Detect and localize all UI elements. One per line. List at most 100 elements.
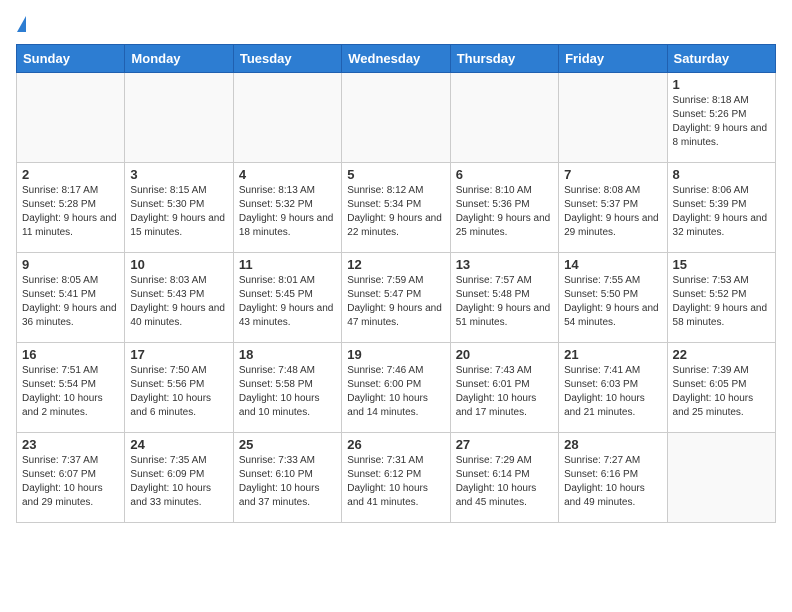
day-number: 27 [456,437,553,452]
day-info: Sunrise: 7:41 AM Sunset: 6:03 PM Dayligh… [564,364,661,420]
week-row-2: 2 Sunrise: 8:17 AM Sunset: 5:28 PM Daylig… [17,163,776,253]
day-number: 16 [22,347,119,362]
day-info: Sunrise: 7:48 AM Sunset: 5:58 PM Dayligh… [239,364,336,420]
day-number: 11 [239,257,336,272]
weekday-header-sunday: Sunday [17,45,125,73]
day-cell: 1Sunrise: 8:18 AM Sunset: 5:26 PM Daylig… [667,73,775,163]
day-info: Sunrise: 7:59 AM Sunset: 5:47 PM Dayligh… [347,274,444,330]
day-cell: 22 Sunrise: 7:39 AM Sunset: 6:05 PM Dayli… [667,343,775,433]
day-cell: 26 Sunrise: 7:31 AM Sunset: 6:12 PM Dayli… [342,433,450,523]
day-number: 26 [347,437,444,452]
day-info: Sunrise: 7:37 AM Sunset: 6:07 PM Dayligh… [22,454,119,510]
day-info: Sunrise: 7:50 AM Sunset: 5:56 PM Dayligh… [130,364,227,420]
day-number: 14 [564,257,661,272]
week-row-3: 9 Sunrise: 8:05 AM Sunset: 5:41 PM Daylig… [17,253,776,343]
day-info: Sunrise: 8:06 AM Sunset: 5:39 PM Dayligh… [673,184,770,240]
day-number: 2 [22,167,119,182]
day-info: Sunrise: 8:10 AM Sunset: 5:36 PM Dayligh… [456,184,553,240]
day-number: 7 [564,167,661,182]
day-cell: 21Sunrise: 7:41 AM Sunset: 6:03 PM Dayli… [559,343,667,433]
day-number: 8 [673,167,770,182]
day-cell: 18 Sunrise: 7:48 AM Sunset: 5:58 PM Dayli… [233,343,341,433]
day-number: 9 [22,257,119,272]
day-cell [233,73,341,163]
day-cell: 15 Sunrise: 7:53 AM Sunset: 5:52 PM Dayli… [667,253,775,343]
day-info: Sunrise: 7:39 AM Sunset: 6:05 PM Dayligh… [673,364,770,420]
day-cell: 10 Sunrise: 8:03 AM Sunset: 5:43 PM Dayli… [125,253,233,343]
day-info: Sunrise: 7:55 AM Sunset: 5:50 PM Dayligh… [564,274,661,330]
day-number: 3 [130,167,227,182]
day-info: Sunrise: 7:29 AM Sunset: 6:14 PM Dayligh… [456,454,553,510]
day-info: Sunrise: 7:33 AM Sunset: 6:10 PM Dayligh… [239,454,336,510]
weekday-header-friday: Friday [559,45,667,73]
day-number: 13 [456,257,553,272]
day-number: 25 [239,437,336,452]
day-cell: 19Sunrise: 7:46 AM Sunset: 6:00 PM Dayli… [342,343,450,433]
day-number: 15 [673,257,770,272]
day-info: Sunrise: 8:15 AM Sunset: 5:30 PM Dayligh… [130,184,227,240]
day-cell: 2 Sunrise: 8:17 AM Sunset: 5:28 PM Daylig… [17,163,125,253]
day-number: 18 [239,347,336,362]
day-cell: 13Sunrise: 7:57 AM Sunset: 5:48 PM Dayli… [450,253,558,343]
weekday-header-wednesday: Wednesday [342,45,450,73]
logo [16,16,26,32]
day-info: Sunrise: 7:31 AM Sunset: 6:12 PM Dayligh… [347,454,444,510]
day-info: Sunrise: 7:35 AM Sunset: 6:09 PM Dayligh… [130,454,227,510]
day-number: 5 [347,167,444,182]
day-cell: 8 Sunrise: 8:06 AM Sunset: 5:39 PM Daylig… [667,163,775,253]
day-cell [17,73,125,163]
page-header [16,16,776,32]
day-number: 10 [130,257,227,272]
day-cell: 4 Sunrise: 8:13 AM Sunset: 5:32 PM Daylig… [233,163,341,253]
day-info: Sunrise: 8:13 AM Sunset: 5:32 PM Dayligh… [239,184,336,240]
day-cell: 20Sunrise: 7:43 AM Sunset: 6:01 PM Dayli… [450,343,558,433]
day-info: Sunrise: 7:46 AM Sunset: 6:00 PM Dayligh… [347,364,444,420]
day-info: Sunrise: 8:12 AM Sunset: 5:34 PM Dayligh… [347,184,444,240]
day-info: Sunrise: 8:08 AM Sunset: 5:37 PM Dayligh… [564,184,661,240]
day-cell: 14 Sunrise: 7:55 AM Sunset: 5:50 PM Dayli… [559,253,667,343]
day-cell [342,73,450,163]
day-cell [125,73,233,163]
day-cell: 27 Sunrise: 7:29 AM Sunset: 6:14 PM Dayli… [450,433,558,523]
weekday-header-row: SundayMondayTuesdayWednesdayThursdayFrid… [17,45,776,73]
weekday-header-tuesday: Tuesday [233,45,341,73]
day-info: Sunrise: 7:51 AM Sunset: 5:54 PM Dayligh… [22,364,119,420]
day-info: Sunrise: 8:01 AM Sunset: 5:45 PM Dayligh… [239,274,336,330]
day-cell [559,73,667,163]
day-cell: 7 Sunrise: 8:08 AM Sunset: 5:37 PM Daylig… [559,163,667,253]
day-cell: 24 Sunrise: 7:35 AM Sunset: 6:09 PM Dayli… [125,433,233,523]
weekday-header-thursday: Thursday [450,45,558,73]
day-number: 4 [239,167,336,182]
day-cell: 25 Sunrise: 7:33 AM Sunset: 6:10 PM Dayli… [233,433,341,523]
week-row-4: 16 Sunrise: 7:51 AM Sunset: 5:54 PM Dayli… [17,343,776,433]
day-cell: 11 Sunrise: 8:01 AM Sunset: 5:45 PM Dayli… [233,253,341,343]
day-cell: 17Sunrise: 7:50 AM Sunset: 5:56 PM Dayli… [125,343,233,433]
logo-triangle-icon [17,16,26,32]
day-number: 1 [673,77,770,92]
day-info: Sunrise: 7:43 AM Sunset: 6:01 PM Dayligh… [456,364,553,420]
week-row-1: 1Sunrise: 8:18 AM Sunset: 5:26 PM Daylig… [17,73,776,163]
day-number: 28 [564,437,661,452]
day-cell: 3 Sunrise: 8:15 AM Sunset: 5:30 PM Daylig… [125,163,233,253]
day-cell [667,433,775,523]
day-cell: 12 Sunrise: 7:59 AM Sunset: 5:47 PM Dayli… [342,253,450,343]
day-info: Sunrise: 7:53 AM Sunset: 5:52 PM Dayligh… [673,274,770,330]
day-info: Sunrise: 8:05 AM Sunset: 5:41 PM Dayligh… [22,274,119,330]
day-number: 24 [130,437,227,452]
day-cell: 23Sunrise: 7:37 AM Sunset: 6:07 PM Dayli… [17,433,125,523]
week-row-5: 23Sunrise: 7:37 AM Sunset: 6:07 PM Dayli… [17,433,776,523]
day-cell: 5 Sunrise: 8:12 AM Sunset: 5:34 PM Daylig… [342,163,450,253]
weekday-header-monday: Monday [125,45,233,73]
day-number: 6 [456,167,553,182]
day-cell: 9 Sunrise: 8:05 AM Sunset: 5:41 PM Daylig… [17,253,125,343]
calendar-table: SundayMondayTuesdayWednesdayThursdayFrid… [16,44,776,523]
day-info: Sunrise: 8:17 AM Sunset: 5:28 PM Dayligh… [22,184,119,240]
day-cell: 6 Sunrise: 8:10 AM Sunset: 5:36 PM Daylig… [450,163,558,253]
day-cell: 28 Sunrise: 7:27 AM Sunset: 6:16 PM Dayli… [559,433,667,523]
day-number: 12 [347,257,444,272]
day-info: Sunrise: 8:03 AM Sunset: 5:43 PM Dayligh… [130,274,227,330]
day-number: 22 [673,347,770,362]
weekday-header-saturday: Saturday [667,45,775,73]
day-cell: 16 Sunrise: 7:51 AM Sunset: 5:54 PM Dayli… [17,343,125,433]
day-info: Sunrise: 7:27 AM Sunset: 6:16 PM Dayligh… [564,454,661,510]
